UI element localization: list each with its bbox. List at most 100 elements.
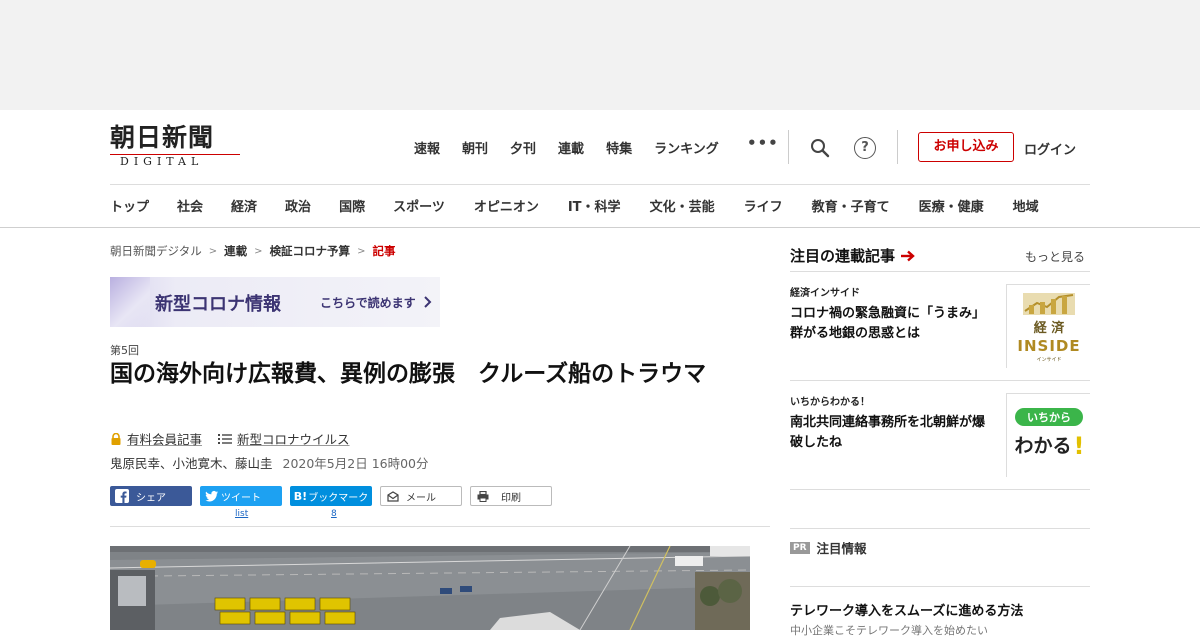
nav-morning[interactable]: 朝刊 — [462, 138, 488, 157]
topic-tag[interactable]: 新型コロナウイルス — [218, 429, 350, 448]
breadcrumb-home[interactable]: 朝日新聞デジタル — [110, 243, 202, 259]
cat-top[interactable]: トップ — [110, 196, 149, 215]
top-nav: 速報 朝刊 夕刊 連載 特集 ランキング — [414, 138, 741, 157]
pr-badge: PR — [790, 541, 810, 554]
thumb-text-bottom: わかる — [1014, 435, 1071, 457]
sidebar-rule — [790, 489, 1090, 490]
header-divider — [788, 130, 789, 164]
more-menu-icon[interactable]: ••• — [747, 134, 779, 152]
breadcrumb-series[interactable]: 連載 — [224, 243, 247, 259]
featured-series-heading[interactable]: 注目の連載記事 — [790, 245, 916, 266]
cat-sports[interactable]: スポーツ — [393, 196, 445, 215]
nav-ranking[interactable]: ランキング — [654, 138, 719, 157]
chevron-right-icon — [424, 296, 432, 308]
banner-decoration — [110, 277, 150, 327]
series-number: 第5回 — [110, 344, 139, 357]
cat-health[interactable]: 医療・健康 — [919, 196, 984, 215]
ad-area — [0, 0, 1200, 110]
cat-economy[interactable]: 経済 — [231, 196, 257, 215]
print-icon — [477, 491, 489, 502]
nav-features[interactable]: 特集 — [606, 138, 632, 157]
banner-title: 新型コロナ情報 — [155, 294, 281, 315]
cat-society[interactable]: 社会 — [177, 196, 203, 215]
thumb-text-tiny: インサイド — [1036, 357, 1061, 363]
tweet-count[interactable]: list — [235, 509, 248, 519]
logo-text-jp: 朝日新聞 — [110, 123, 215, 152]
cat-region[interactable]: 地域 — [1013, 196, 1039, 215]
arrow-right-icon — [901, 250, 915, 261]
category-nav: トップ 社会 経済 政治 国際 スポーツ オピニオン IT・科学 文化・芸能 ラ… — [110, 196, 1039, 215]
cat-culture[interactable]: 文化・芸能 — [650, 196, 715, 215]
sidebar-rule — [790, 380, 1090, 381]
cat-life[interactable]: ライフ — [744, 196, 783, 215]
site-logo[interactable]: 朝日新聞 DIGITAL — [110, 124, 242, 170]
mail-icon — [387, 491, 399, 502]
member-article-label: 有料会員記事 — [127, 432, 203, 447]
hatena-bookmark-button[interactable]: B! ブックマーク — [290, 486, 372, 506]
thumb-exclamation: ! — [1074, 432, 1085, 460]
share-bar: シェア ツイート B! ブックマーク メール 印刷 — [110, 486, 560, 506]
featured-series-title: 注目の連載記事 — [790, 247, 896, 265]
airport-photo-illustration — [110, 546, 750, 630]
nav-series[interactable]: 連載 — [558, 138, 584, 157]
sidebar-article[interactable]: いちからわかる！ 南北共同連絡事務所を北朝鮮が爆破したね いちから わかる ! — [790, 393, 1091, 479]
header-rule — [110, 184, 1090, 185]
nav-breaking[interactable]: 速報 — [414, 138, 440, 157]
breadcrumb-current: 記事 — [372, 244, 396, 258]
keizai-inside-logo: 経 済 INSIDE インサイド — [1007, 285, 1091, 369]
facebook-share-button[interactable]: シェア — [110, 486, 192, 506]
tweet-button[interactable]: ツイート — [200, 486, 282, 506]
help-icon[interactable]: ? — [854, 137, 876, 159]
breadcrumb: 朝日新聞デジタル > 連載 > 検証コロナ予算 > 記事 — [110, 243, 395, 259]
cat-international[interactable]: 国際 — [339, 196, 365, 215]
breadcrumb-separator: > — [208, 245, 218, 257]
breadcrumb-separator: > — [357, 245, 366, 257]
breadcrumb-separator: > — [254, 245, 263, 257]
site-header: 朝日新聞 DIGITAL 速報 朝刊 夕刊 連載 特集 ランキング ••• ? … — [0, 110, 1200, 228]
logo-text-en: DIGITAL — [120, 155, 204, 168]
print-button[interactable]: 印刷 — [470, 486, 552, 506]
pr-article-subtitle[interactable]: 中小企業こそテレワーク導入を始めたい — [790, 622, 988, 638]
cat-politics[interactable]: 政治 — [285, 196, 311, 215]
topic-label: 新型コロナウイルス — [237, 432, 350, 447]
lock-icon — [111, 432, 121, 445]
print-label: 印刷 — [501, 492, 521, 504]
banner-link: こちらで読めます — [320, 294, 432, 311]
search-icon[interactable] — [810, 138, 830, 158]
more-link[interactable]: もっと見る — [1025, 248, 1085, 265]
sidebar-article[interactable]: 経済インサイド コロナ禍の緊急融資に「うまみ」 群がる地銀の思惑とは 経 済 I… — [790, 284, 1091, 370]
subscribe-button[interactable]: お申し込み — [918, 132, 1014, 162]
ichikara-wakaru-logo: いちから わかる ! — [1007, 394, 1091, 478]
mail-label: メール — [406, 492, 436, 504]
facebook-icon — [115, 489, 129, 503]
header-divider — [897, 130, 898, 164]
pr-heading: PR 注目情報 — [790, 538, 867, 557]
breadcrumb-topic[interactable]: 検証コロナ予算 — [270, 243, 351, 259]
hatena-icon: B! — [293, 489, 308, 503]
article-photo — [110, 546, 750, 630]
corona-info-banner[interactable]: 新型コロナ情報 こちらで読めます — [110, 277, 440, 327]
thumb-text-top: いちから — [1027, 411, 1071, 424]
sidebar-rule — [790, 586, 1090, 587]
article-divider — [110, 526, 770, 527]
facebook-share-label: シェア — [136, 492, 166, 504]
cat-opinion[interactable]: オピニオン — [474, 196, 539, 215]
ichikara-wakaru-thumbnail: いちから わかる ! — [1006, 393, 1091, 478]
authors: 鬼原民幸、小池寛木、藤山圭 — [110, 456, 273, 471]
hatena-label: ブックマーク — [308, 492, 369, 504]
sidebar-rule — [790, 271, 1090, 272]
thumb-text-bottom: INSIDE — [1017, 337, 1080, 355]
publish-date: 2020年5月2日 16時00分 — [282, 456, 429, 471]
pr-article-title[interactable]: テレワーク導入をスムーズに進める方法 — [790, 600, 1023, 619]
cat-education[interactable]: 教育・子育て — [812, 196, 890, 215]
keizai-inside-thumbnail: 経 済 INSIDE インサイド — [1006, 284, 1091, 369]
cat-it-science[interactable]: IT・科学 — [568, 196, 621, 215]
login-link[interactable]: ログイン — [1024, 139, 1076, 158]
pr-heading-label: 注目情報 — [816, 541, 867, 556]
mail-button[interactable]: メール — [380, 486, 462, 506]
sidebar-article-title: 南北共同連絡事務所を北朝鮮が爆破したね — [790, 415, 986, 450]
hatena-count[interactable]: 8 — [331, 509, 337, 519]
nav-evening[interactable]: 夕刊 — [510, 138, 536, 157]
article-tags: 有料会員記事 新型コロナウイルス — [110, 429, 366, 448]
member-article-tag[interactable]: 有料会員記事 — [110, 429, 202, 448]
